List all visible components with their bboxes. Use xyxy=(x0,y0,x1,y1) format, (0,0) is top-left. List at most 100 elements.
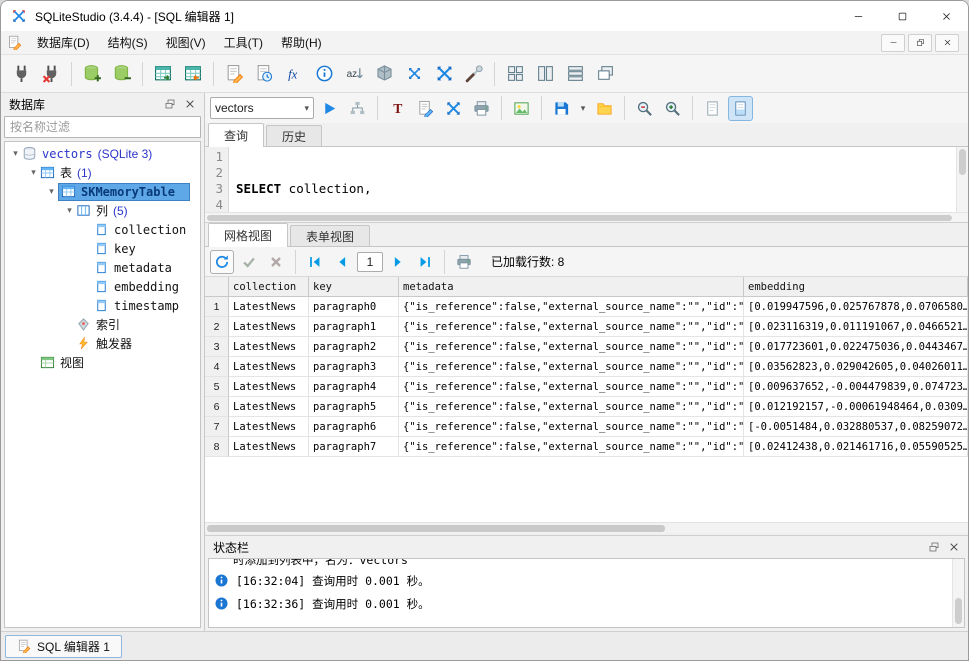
cell-collection[interactable]: LatestNews xyxy=(229,357,309,377)
cell-embedding[interactable]: [0.023116319,0.011191067,0.0466521… xyxy=(744,317,968,337)
taskbar-tab-sql-editor[interactable]: SQL 编辑器 1 xyxy=(5,635,122,658)
edit-sql-button[interactable] xyxy=(413,96,438,121)
search-zoom-out-button[interactable] xyxy=(632,96,657,121)
chevron-down-icon[interactable]: ▾ xyxy=(9,148,22,159)
cell-collection[interactable]: LatestNews xyxy=(229,417,309,437)
ddl-history-button[interactable] xyxy=(250,60,278,88)
cell-metadata[interactable]: {"is_reference":false,"external_source_n… xyxy=(399,377,744,397)
cell-collection[interactable]: LatestNews xyxy=(229,377,309,397)
page-number-input[interactable] xyxy=(357,252,383,272)
row-number[interactable]: 5 xyxy=(205,377,229,397)
tree-item-column-collection[interactable]: collection xyxy=(5,220,200,239)
cell-collection[interactable]: LatestNews xyxy=(229,437,309,457)
rollback-button[interactable] xyxy=(264,250,288,274)
cell-key[interactable]: paragraph1 xyxy=(309,317,399,337)
cell-embedding[interactable]: [0.03562823,0.029042605,0.04026011… xyxy=(744,357,968,377)
table-row[interactable]: 7 LatestNews paragraph6 {"is_reference":… xyxy=(205,417,968,437)
maximize-button[interactable] xyxy=(880,1,924,31)
table-row[interactable]: 8 LatestNews paragraph7 {"is_reference":… xyxy=(205,437,968,457)
sql-editor-text[interactable]: SELECT collection, key, metadata, embedd… xyxy=(229,147,956,212)
table-row[interactable]: 1 LatestNews paragraph0 {"is_reference":… xyxy=(205,297,968,317)
tab-query[interactable]: 查询 xyxy=(208,123,264,147)
database-tree[interactable]: ▾ vectors (SQLite 3) ▾ 表 (1) ▾ SKMemoryT… xyxy=(4,141,201,628)
database-selector[interactable]: vectors ▾ xyxy=(210,97,314,119)
chevron-down-icon[interactable]: ▾ xyxy=(27,167,40,178)
menu-structure[interactable]: 结构(S) xyxy=(99,31,157,54)
tree-item-columns[interactable]: ▾ 列 (5) xyxy=(5,201,200,220)
cell-metadata[interactable]: {"is_reference":false,"external_source_n… xyxy=(399,397,744,417)
tree-item-column-timestamp[interactable]: timestamp xyxy=(5,296,200,315)
table-row[interactable]: 6 LatestNews paragraph5 {"is_reference":… xyxy=(205,397,968,417)
explain-query-plan-button[interactable] xyxy=(345,96,370,121)
cell-metadata[interactable]: {"is_reference":false,"external_source_n… xyxy=(399,317,744,337)
collations-editor-button[interactable] xyxy=(340,60,368,88)
row-number[interactable]: 3 xyxy=(205,337,229,357)
cell-collection[interactable]: LatestNews xyxy=(229,317,309,337)
tree-item-column-embedding[interactable]: embedding xyxy=(5,277,200,296)
cell-embedding[interactable]: [0.012192157,-0.00061948464,0.0309… xyxy=(744,397,968,417)
column-header-embedding[interactable]: embedding xyxy=(744,277,968,297)
menu-tools[interactable]: 工具(T) xyxy=(215,31,272,54)
cell-collection[interactable]: LatestNews xyxy=(229,297,309,317)
open-file-button[interactable] xyxy=(592,96,617,121)
menu-database[interactable]: 数据库(D) xyxy=(28,31,99,54)
tree-item-indexes[interactable]: 索引 xyxy=(5,315,200,334)
tree-item-triggers[interactable]: 触发器 xyxy=(5,334,200,353)
table-row[interactable]: 4 LatestNews paragraph3 {"is_reference":… xyxy=(205,357,968,377)
results-in-tab-button[interactable] xyxy=(728,96,753,121)
horizontal-scrollbar[interactable] xyxy=(205,212,968,222)
tree-item-tables[interactable]: ▾ 表 (1) xyxy=(5,163,200,182)
close-panel-button[interactable] xyxy=(944,539,964,556)
mdi-minimize-button[interactable] xyxy=(881,34,905,52)
float-panel-button[interactable] xyxy=(160,96,180,113)
last-page-button[interactable] xyxy=(413,250,437,274)
search-zoom-in-button[interactable] xyxy=(660,96,685,121)
column-header-metadata[interactable]: metadata xyxy=(399,277,744,297)
save-dropdown-button[interactable]: ▾ xyxy=(577,96,589,121)
refresh-button[interactable] xyxy=(210,250,234,274)
disconnect-database-button[interactable] xyxy=(37,60,65,88)
mdi-tile-vertical-button[interactable] xyxy=(531,60,559,88)
table-row[interactable]: 3 LatestNews paragraph2 {"is_reference":… xyxy=(205,337,968,357)
scrollbar-thumb[interactable] xyxy=(207,215,952,221)
mdi-tile-horizontal-button[interactable] xyxy=(561,60,589,88)
cell-key[interactable]: paragraph6 xyxy=(309,417,399,437)
cell-key[interactable]: paragraph0 xyxy=(309,297,399,317)
cell-embedding[interactable]: [0.019947596,0.025767878,0.0706580… xyxy=(744,297,968,317)
menu-help[interactable]: 帮助(H) xyxy=(272,31,331,54)
chevron-down-icon[interactable]: ▾ xyxy=(63,205,76,216)
row-number[interactable]: 8 xyxy=(205,437,229,457)
add-database-button[interactable] xyxy=(78,60,106,88)
row-number[interactable]: 7 xyxy=(205,417,229,437)
sql-editor-window-button-2[interactable] xyxy=(430,60,458,88)
tree-filter-input[interactable] xyxy=(4,116,201,138)
vertical-scrollbar[interactable] xyxy=(956,147,968,212)
row-number[interactable]: 6 xyxy=(205,397,229,417)
tree-item-column-metadata[interactable]: metadata xyxy=(5,258,200,277)
chevron-down-icon[interactable]: ▾ xyxy=(45,186,58,197)
table-row[interactable]: 5 LatestNews paragraph4 {"is_reference":… xyxy=(205,377,968,397)
cell-embedding[interactable]: [0.017723601,0.022475036,0.0443467… xyxy=(744,337,968,357)
cell-metadata[interactable]: {"is_reference":false,"external_source_n… xyxy=(399,357,744,377)
save-results-button[interactable] xyxy=(549,96,574,121)
sql-editor-window-button[interactable] xyxy=(400,60,428,88)
cell-key[interactable]: paragraph3 xyxy=(309,357,399,377)
format-sql-button[interactable] xyxy=(441,96,466,121)
cell-collection[interactable]: LatestNews xyxy=(229,337,309,357)
print-button[interactable] xyxy=(469,96,494,121)
print-results-button[interactable] xyxy=(452,250,476,274)
execute-query-button[interactable] xyxy=(317,96,342,121)
close-panel-button[interactable] xyxy=(180,96,200,113)
scrollbar-thumb[interactable] xyxy=(959,149,966,175)
cell-metadata[interactable]: {"is_reference":false,"external_source_n… xyxy=(399,417,744,437)
close-button[interactable] xyxy=(924,1,968,31)
table-row[interactable]: 2 LatestNews paragraph1 {"is_reference":… xyxy=(205,317,968,337)
import-table-data-button[interactable] xyxy=(149,60,177,88)
cell-embedding[interactable]: [0.02412438,0.021461716,0.05590525… xyxy=(744,437,968,457)
tree-item-skmemorytable[interactable]: ▾ SKMemoryTable xyxy=(5,182,200,201)
grid-corner[interactable] xyxy=(205,277,229,297)
vertical-scrollbar[interactable] xyxy=(952,559,964,627)
cell-metadata[interactable]: {"is_reference":false,"external_source_n… xyxy=(399,297,744,317)
connect-database-button[interactable] xyxy=(7,60,35,88)
tab-grid-view[interactable]: 网格视图 xyxy=(208,223,288,247)
